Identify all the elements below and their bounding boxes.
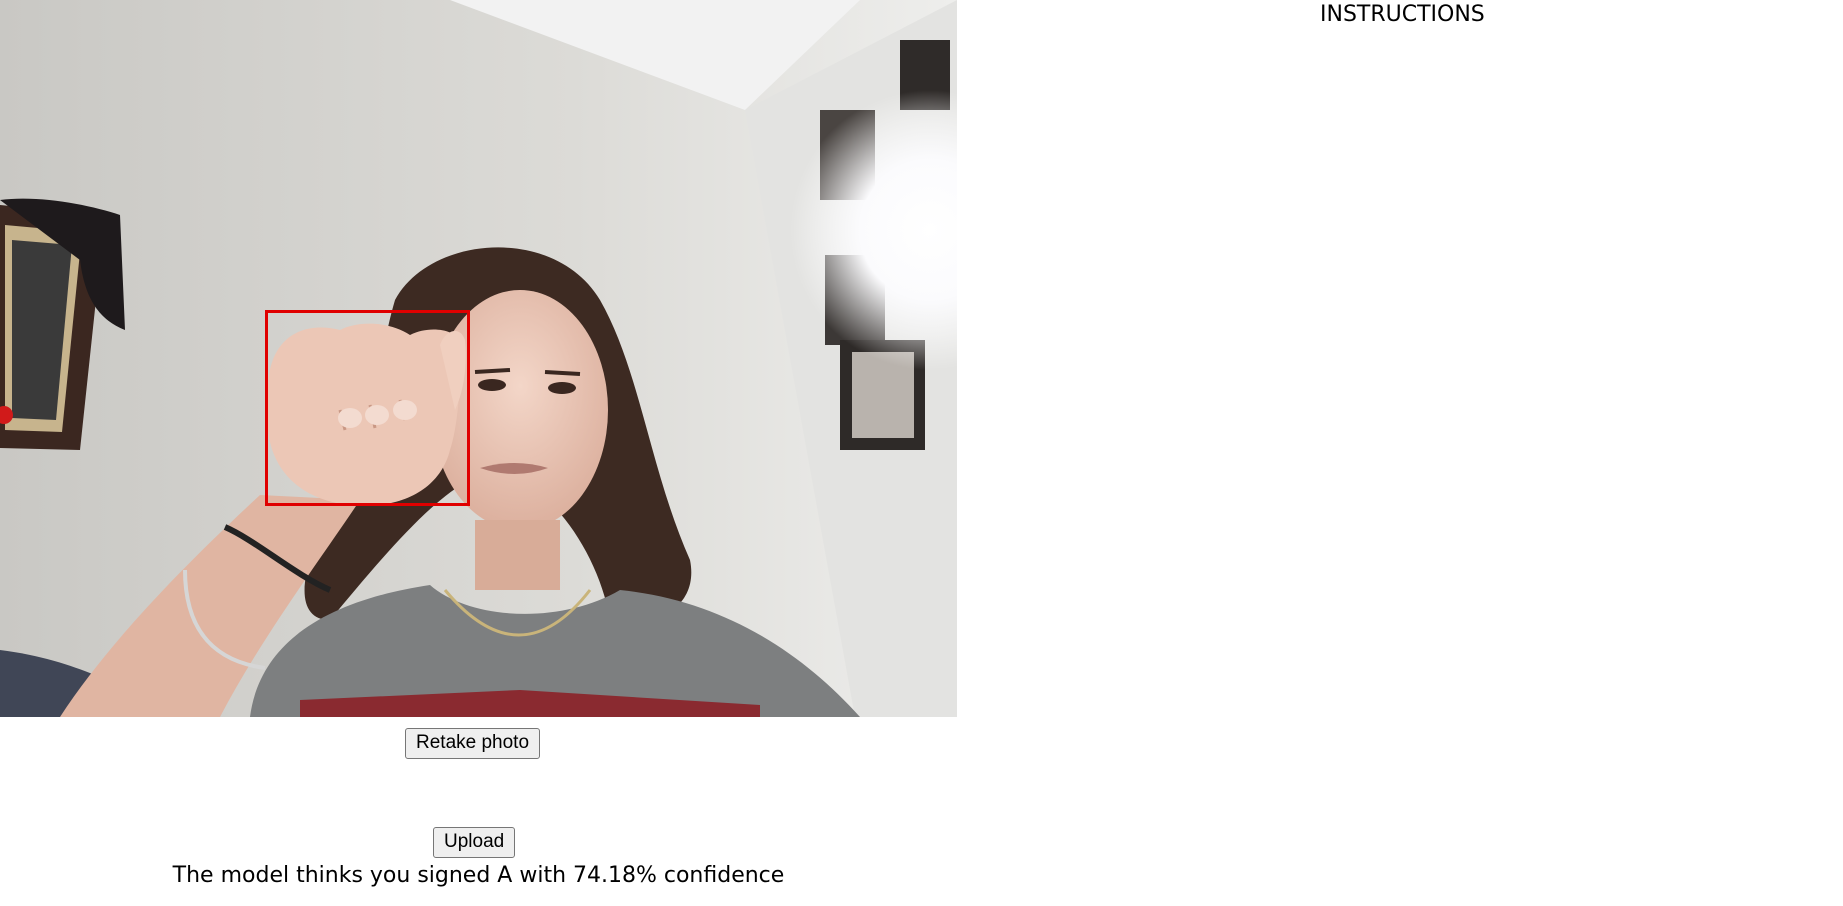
photo-illustration (0, 0, 957, 717)
camera-panel: Retake photo Upload The model thinks you… (0, 0, 957, 906)
hand-detection-box (265, 310, 470, 506)
instructions-heading: INSTRUCTIONS (1320, 2, 1485, 27)
upload-button[interactable]: Upload (433, 827, 516, 858)
retake-photo-button[interactable]: Retake photo (405, 728, 541, 759)
prediction-result-text: The model thinks you signed A with 74.18… (172, 863, 785, 888)
page: Retake photo Upload The model thinks you… (0, 0, 1843, 906)
captured-photo (0, 0, 957, 717)
